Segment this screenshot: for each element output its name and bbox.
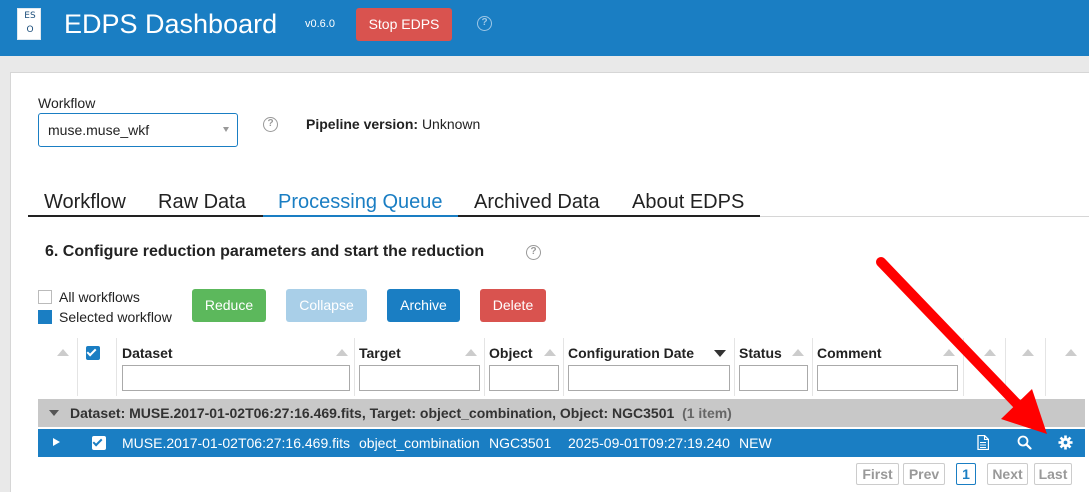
dataset-filter-input[interactable]: [122, 365, 350, 391]
comment-filter-input[interactable]: [817, 365, 958, 391]
column-separator: [116, 338, 117, 396]
column-header-status[interactable]: Status: [739, 345, 782, 361]
tab-processing-queue[interactable]: Processing Queue: [278, 188, 443, 217]
select-all-checkbox[interactable]: [86, 346, 100, 360]
column-separator: [354, 338, 355, 396]
help-icon[interactable]: ?: [477, 16, 492, 31]
collapse-group-icon[interactable]: [49, 410, 59, 416]
column-header-object[interactable]: Object: [489, 345, 533, 361]
group-label: Dataset: MUSE.2017-01-02T06:27:16.469.fi…: [70, 405, 732, 421]
cell-configuration-date: 2025-09-01T09:27:19.240: [568, 435, 730, 451]
column-separator: [563, 338, 564, 396]
target-filter-input[interactable]: [359, 365, 480, 391]
column-separator: [484, 338, 485, 396]
all-workflows-label: All workflows: [59, 289, 140, 305]
tab-raw-data[interactable]: Raw Data: [158, 188, 246, 217]
logo-text-top: ES: [24, 11, 36, 21]
column-header-dataset[interactable]: Dataset: [122, 345, 173, 361]
selected-workflow-label: Selected workflow: [59, 309, 172, 325]
sort-icon[interactable]: [1065, 349, 1077, 356]
eso-logo: ES O: [17, 8, 41, 40]
column-separator: [1005, 338, 1006, 396]
stop-edps-button[interactable]: Stop EDPS: [356, 8, 452, 41]
collapse-button[interactable]: Collapse: [286, 289, 367, 322]
sort-icon[interactable]: [544, 349, 556, 356]
logo-text-bottom: O: [26, 25, 34, 35]
group-description: Dataset: MUSE.2017-01-02T06:27:16.469.fi…: [70, 405, 675, 421]
column-header-target[interactable]: Target: [359, 345, 401, 361]
sort-icon[interactable]: [943, 349, 955, 356]
object-filter-input[interactable]: [489, 365, 559, 391]
search-icon[interactable]: [1017, 435, 1032, 453]
last-page-button[interactable]: Last: [1034, 463, 1072, 485]
check-icon: [86, 346, 97, 357]
sort-icon[interactable]: [792, 349, 804, 356]
pipeline-version-value: Unknown: [421, 116, 481, 132]
row-checkbox[interactable]: [92, 436, 106, 450]
archive-button[interactable]: Archive: [387, 289, 460, 322]
tab-workflow[interactable]: Workflow: [44, 188, 126, 217]
workflow-select-value: muse.muse_wkf: [48, 122, 150, 138]
group-count: (1 item): [682, 405, 732, 421]
tab-archived-data[interactable]: Archived Data: [474, 188, 600, 217]
sort-icon[interactable]: [1022, 349, 1034, 356]
sort-icon[interactable]: [336, 349, 348, 356]
gear-icon[interactable]: [1058, 435, 1073, 453]
workflow-label: Workflow: [38, 95, 96, 111]
table-row[interactable]: MUSE.2017-01-02T06:27:16.469.fits object…: [38, 429, 1085, 457]
workflow-select[interactable]: muse.muse_wkf: [38, 113, 238, 147]
column-separator: [1045, 338, 1046, 396]
column-separator: [812, 338, 813, 396]
group-row[interactable]: Dataset: MUSE.2017-01-02T06:27:16.469.fi…: [38, 399, 1085, 427]
page-1-button[interactable]: 1: [956, 463, 976, 485]
sort-desc-icon[interactable]: [714, 350, 726, 357]
chevron-down-icon: [223, 127, 229, 132]
section-help-icon[interactable]: ?: [526, 245, 541, 260]
column-separator: [734, 338, 735, 396]
cell-dataset: MUSE.2017-01-02T06:27:16.469.fits: [122, 435, 351, 451]
app-title: EDPS Dashboard: [64, 9, 278, 39]
tab-about-edps[interactable]: About EDPS: [632, 188, 744, 217]
document-icon[interactable]: [977, 434, 990, 453]
status-filter-input[interactable]: [739, 365, 808, 391]
sort-icon[interactable]: [57, 349, 69, 356]
check-icon: [92, 436, 103, 447]
column-header-comment[interactable]: Comment: [817, 345, 882, 361]
reduce-button[interactable]: Reduce: [192, 289, 266, 322]
column-separator: [963, 338, 964, 396]
prev-page-button[interactable]: Prev: [903, 463, 945, 485]
column-header-configuration-date[interactable]: Configuration Date: [568, 345, 694, 361]
pipeline-version-label: Pipeline version:: [306, 116, 419, 132]
configuration-date-filter-input[interactable]: [568, 365, 730, 391]
cell-target: object_combination: [359, 435, 480, 451]
sort-icon[interactable]: [984, 349, 996, 356]
version-label: v0.6.0: [305, 18, 335, 30]
column-separator: [77, 338, 78, 396]
selected-workflow-option[interactable]: [38, 310, 52, 324]
next-page-button[interactable]: Next: [987, 463, 1028, 485]
expand-row-icon[interactable]: [53, 438, 60, 446]
all-workflows-option[interactable]: [38, 290, 52, 304]
delete-button[interactable]: Delete: [480, 289, 546, 322]
workflow-help-icon[interactable]: ?: [263, 117, 278, 132]
cell-status: NEW: [739, 435, 772, 451]
section-title: 6. Configure reduction parameters and st…: [45, 243, 485, 260]
first-page-button[interactable]: First: [856, 463, 899, 485]
cell-object: NGC3501: [489, 435, 552, 451]
sort-icon[interactable]: [465, 349, 477, 356]
pipeline-version: Pipeline version: Unknown: [306, 116, 480, 132]
